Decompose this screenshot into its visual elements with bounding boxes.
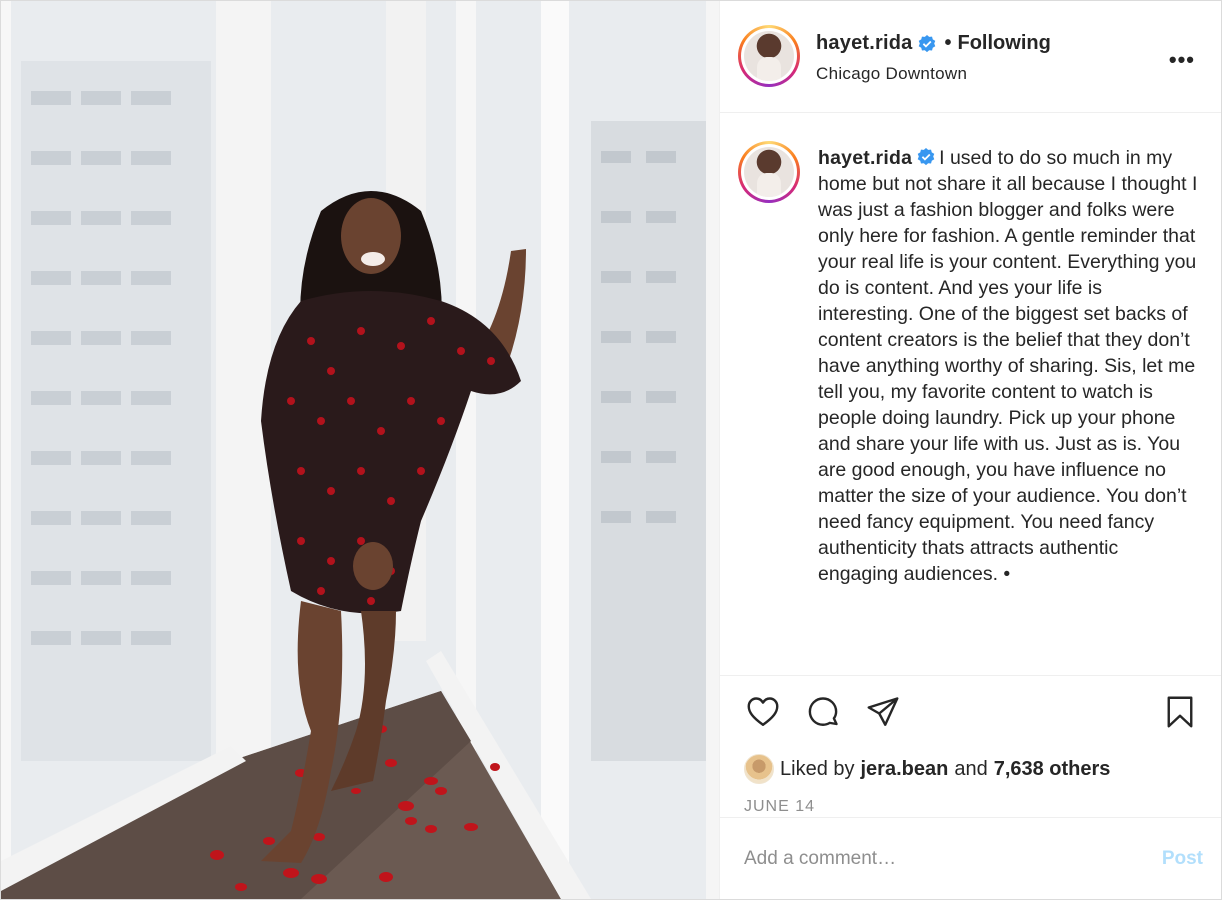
header-separator: •: [944, 32, 952, 54]
heart-icon[interactable]: [744, 693, 782, 731]
caption-author-avatar[interactable]: [738, 141, 800, 203]
caption-author-avatar-image: [744, 147, 794, 197]
liker-username[interactable]: jera.bean: [861, 758, 949, 781]
action-icons-row: [744, 694, 1199, 730]
likes-prefix: Liked by: [780, 757, 855, 780]
instagram-post: hayet.rida • Following Chicago Downtown …: [0, 0, 1222, 900]
caption-username[interactable]: hayet.rida: [818, 147, 912, 169]
caption-verified-badge-icon: [917, 148, 935, 166]
header-title-row: hayet.rida • Following: [816, 32, 1051, 55]
comment-area: Post: [720, 817, 1221, 899]
post-header: hayet.rida • Following Chicago Downtown …: [720, 1, 1221, 113]
caption-text: I used to do so much in my home but not …: [818, 147, 1198, 585]
author-avatar[interactable]: [738, 25, 800, 87]
author-avatar-image: [744, 31, 794, 81]
caption-author-avatar-inner: [741, 144, 797, 200]
caption-text-block: hayet.rida I used to do so much in my ho…: [818, 145, 1201, 587]
post-photo-illustration: [1, 1, 719, 899]
post-comment-button[interactable]: Post: [1162, 848, 1203, 870]
header-text: hayet.rida • Following Chicago Downtown: [816, 32, 1051, 84]
comment-input[interactable]: [744, 847, 1162, 870]
comment-icon[interactable]: [804, 693, 842, 731]
actions-area: Liked by jera.bean and 7,638 others JUNE…: [720, 675, 1221, 817]
liker-avatar[interactable]: [744, 754, 774, 784]
caption-area: hayet.rida I used to do so much in my ho…: [720, 113, 1221, 675]
post-date[interactable]: JUNE 14: [744, 798, 1199, 816]
more-horizontal-icon[interactable]: •••: [1169, 49, 1195, 71]
share-icon[interactable]: [864, 693, 902, 731]
author-username[interactable]: hayet.rida: [816, 32, 912, 55]
author-avatar-inner: [741, 28, 797, 84]
post-side-panel: hayet.rida • Following Chicago Downtown …: [719, 1, 1221, 899]
following-button[interactable]: Following: [958, 32, 1051, 55]
bookmark-icon[interactable]: [1161, 693, 1199, 731]
likes-others-link[interactable]: 7,638 others: [994, 758, 1111, 781]
likes-and: and: [954, 757, 988, 780]
likes-summary: Liked by jera.bean and 7,638 others: [744, 754, 1199, 784]
verified-badge-icon: [919, 34, 936, 52]
post-location[interactable]: Chicago Downtown: [816, 64, 1051, 84]
post-photo[interactable]: [1, 1, 719, 899]
